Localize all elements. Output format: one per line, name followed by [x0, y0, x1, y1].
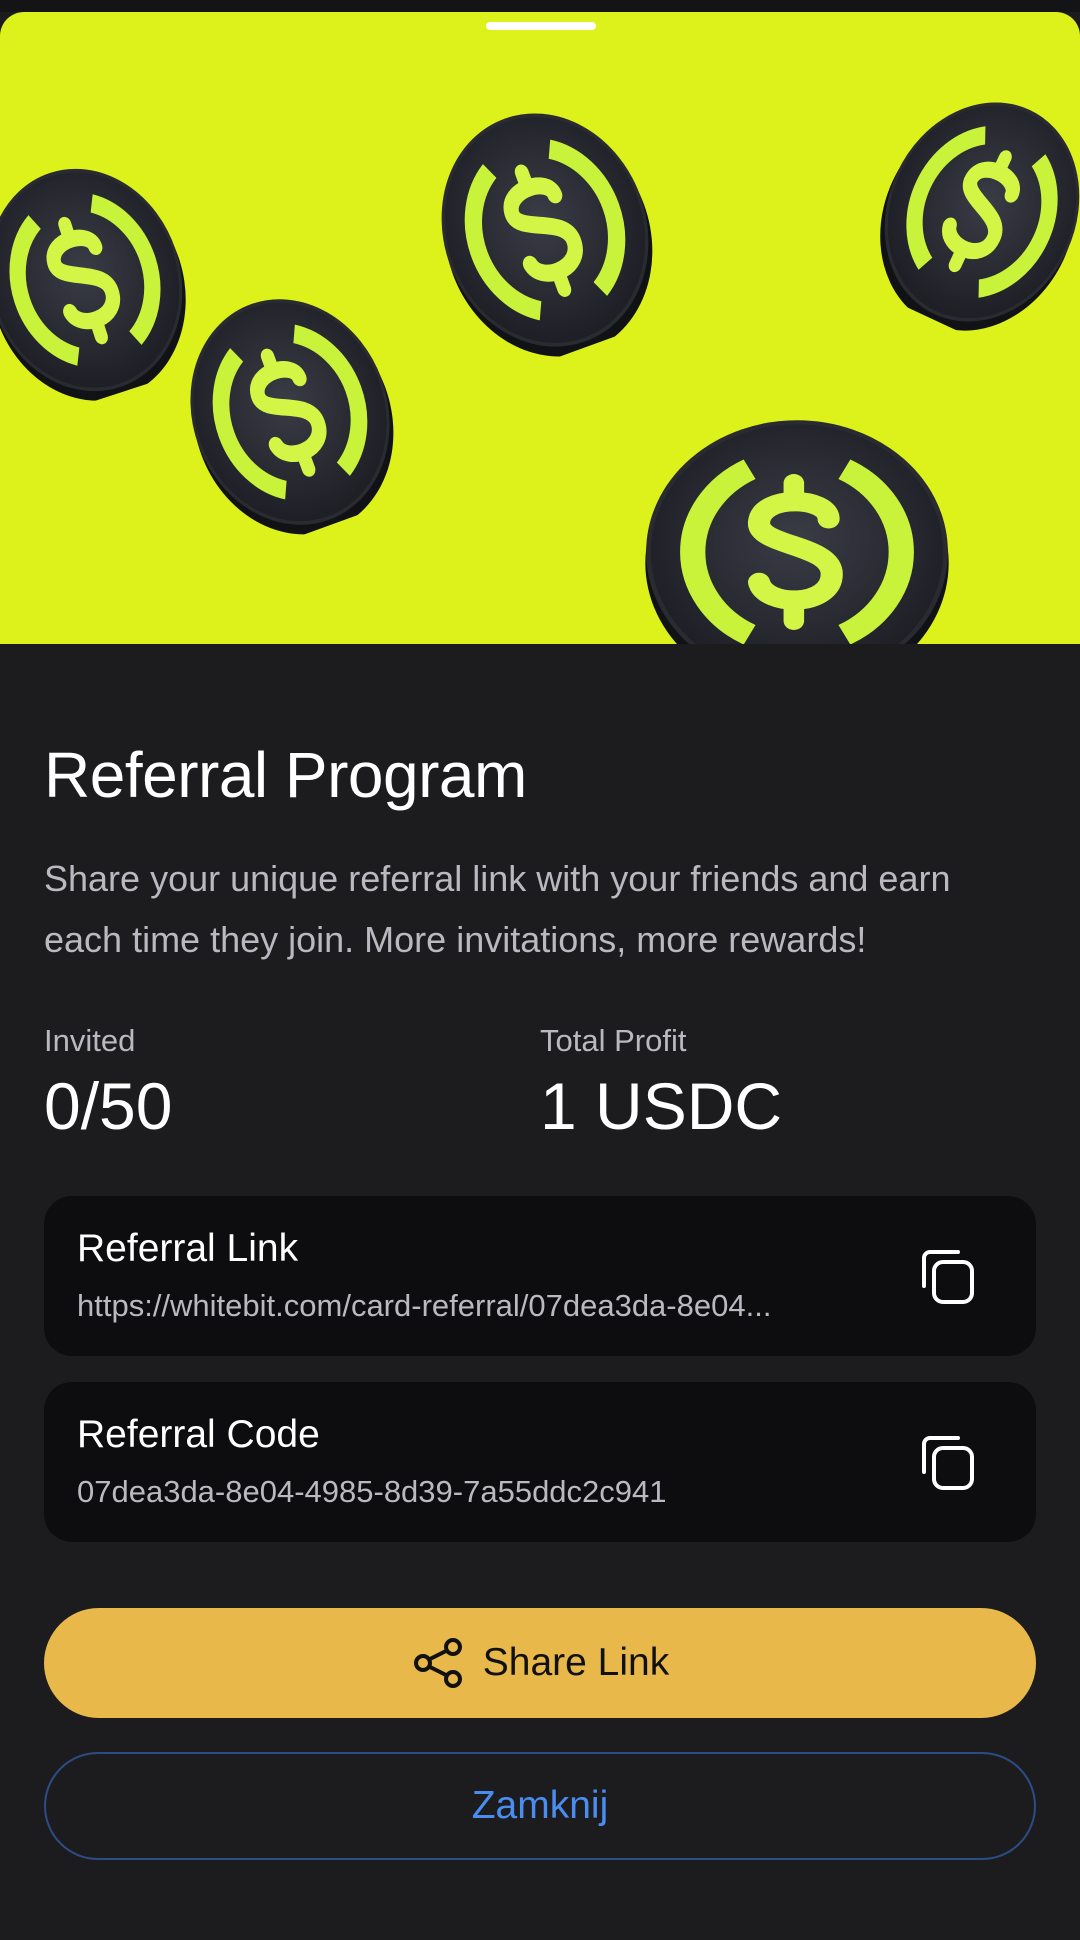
- referral-code-card: Referral Code 07dea3da-8e04-4985-8d39-7a…: [44, 1382, 1036, 1543]
- stat-total-profit: Total Profit 1 USDC: [540, 1022, 1036, 1142]
- copy-link-button[interactable]: [918, 1248, 978, 1308]
- referral-link-label: Referral Link: [77, 1227, 299, 1271]
- share-icon: [413, 1638, 462, 1689]
- stat-invited: Invited 0/50: [44, 1022, 540, 1142]
- referral-link-card: Referral Link https://whitebit.com/card-…: [44, 1196, 1036, 1357]
- invited-value: 0/50: [44, 1068, 173, 1143]
- share-link-button[interactable]: Share Link: [44, 1608, 1036, 1719]
- hero-banner: [0, 12, 1080, 644]
- page-title: Referral Program: [44, 739, 527, 811]
- referral-code-label: Referral Code: [77, 1413, 320, 1457]
- page-description: Share your unique referral link with you…: [44, 858, 951, 961]
- top-edge: [0, 0, 1080, 12]
- sheet-grab-handle[interactable]: [486, 22, 596, 30]
- close-button[interactable]: Zamknij: [44, 1752, 1036, 1861]
- stats-row: Invited 0/50 Total Profit 1 USDC: [44, 1022, 1036, 1142]
- share-link-label: Share Link: [482, 1641, 670, 1685]
- referral-link-value: https://whitebit.com/card-referral/07dea…: [77, 1287, 772, 1323]
- total-profit-label: Total Profit: [540, 1023, 687, 1059]
- copy-code-button[interactable]: [918, 1434, 978, 1494]
- close-label: Zamknij: [471, 1784, 609, 1828]
- copy-icon: [922, 1436, 974, 1491]
- coins-illustration: [0, 12, 1080, 644]
- total-profit-value: 1 USDC: [540, 1068, 783, 1143]
- referral-code-value: 07dea3da-8e04-4985-8d39-7a55ddc2c941: [77, 1473, 667, 1509]
- referral-sheet: Referral Program Share your unique refer…: [0, 0, 1080, 1940]
- invited-label: Invited: [44, 1023, 136, 1059]
- copy-icon: [922, 1250, 974, 1305]
- sheet-content: Referral Program Share your unique refer…: [44, 644, 1036, 1861]
